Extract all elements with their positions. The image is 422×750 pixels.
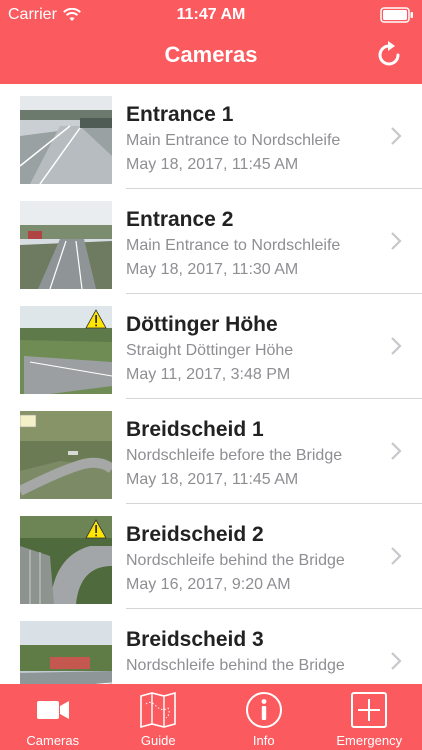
camera-name: Döttinger Höhe xyxy=(126,313,278,336)
camera-timestamp: May 11, 2017, 3:48 PM xyxy=(126,366,291,383)
chevron-right-icon xyxy=(391,232,402,250)
tab-label: Guide xyxy=(140,733,176,748)
camera-list[interactable]: Entrance 1 Main Entrance to Nordschleife… xyxy=(0,84,422,684)
chevron-right-icon xyxy=(391,127,402,145)
tab-label: Cameras xyxy=(26,733,80,748)
list-item[interactable]: Döttinger Höhe Straight Döttinger Höhe M… xyxy=(0,294,422,399)
refresh-icon[interactable] xyxy=(374,40,404,70)
status-bar: Carrier 11:47 AM xyxy=(0,0,422,30)
camera-name: Breidscheid 2 xyxy=(126,523,264,546)
video-camera-icon xyxy=(36,701,69,719)
camera-description: Nordschleife behind the Bridge xyxy=(126,657,345,674)
camera-name: Entrance 2 xyxy=(126,208,234,231)
camera-description: Nordschleife before the Bridge xyxy=(126,447,343,464)
battery-icon xyxy=(380,7,413,23)
camera-description: Nordschleife behind the Bridge xyxy=(126,552,345,569)
tab-bar: Cameras Guide Info Emergency xyxy=(0,684,422,750)
camera-timestamp: May 18, 2017, 11:45 AM xyxy=(126,156,299,173)
first-aid-cross-icon xyxy=(351,692,388,728)
page-title: Cameras xyxy=(164,42,258,67)
list-item[interactable]: Breidscheid 2 Nordschleife behind the Br… xyxy=(0,504,422,609)
list-item[interactable]: Entrance 1 Main Entrance to Nordschleife… xyxy=(0,84,422,189)
camera-description: Main Entrance to Nordschleife xyxy=(126,132,341,149)
camera-timestamp: May 16, 2017, 9:20 AM xyxy=(126,576,291,593)
list-item[interactable]: Breidscheid 3 Nordschleife behind the Br… xyxy=(0,609,422,684)
camera-name: Breidscheid 3 xyxy=(126,628,264,651)
camera-name: Entrance 1 xyxy=(126,103,234,126)
chevron-right-icon xyxy=(391,442,402,460)
list-item[interactable]: Entrance 2 Main Entrance to Nordschleife… xyxy=(0,189,422,294)
camera-thumbnail xyxy=(20,621,112,684)
tab-cameras[interactable]: Cameras xyxy=(0,684,106,750)
info-icon xyxy=(245,692,282,728)
tab-guide[interactable]: Guide xyxy=(106,684,212,750)
camera-description: Main Entrance to Nordschleife xyxy=(126,237,341,254)
map-icon xyxy=(140,691,177,729)
camera-thumbnail xyxy=(20,96,112,184)
tab-info[interactable]: Info xyxy=(211,684,317,750)
clock: 11:47 AM xyxy=(176,6,246,23)
camera-description: Straight Döttinger Höhe xyxy=(126,342,294,359)
camera-thumbnail xyxy=(20,306,112,394)
list-item[interactable]: Breidscheid 1 Nordschleife before the Br… xyxy=(0,399,422,504)
camera-timestamp: May 18, 2017, 11:45 AM xyxy=(126,471,299,488)
chevron-right-icon xyxy=(391,652,402,670)
navigation-bar: Cameras xyxy=(0,30,422,84)
camera-thumbnail xyxy=(20,411,112,499)
tab-label: Emergency xyxy=(336,733,403,748)
chevron-right-icon xyxy=(391,547,402,565)
camera-timestamp: May 18, 2017, 11:30 AM xyxy=(126,261,299,278)
tab-emergency[interactable]: Emergency xyxy=(317,684,422,750)
camera-name: Breidscheid 1 xyxy=(126,418,264,441)
camera-thumbnail xyxy=(20,201,112,289)
camera-thumbnail xyxy=(20,516,112,604)
tab-label: Info xyxy=(252,733,275,748)
chevron-right-icon xyxy=(391,337,402,355)
